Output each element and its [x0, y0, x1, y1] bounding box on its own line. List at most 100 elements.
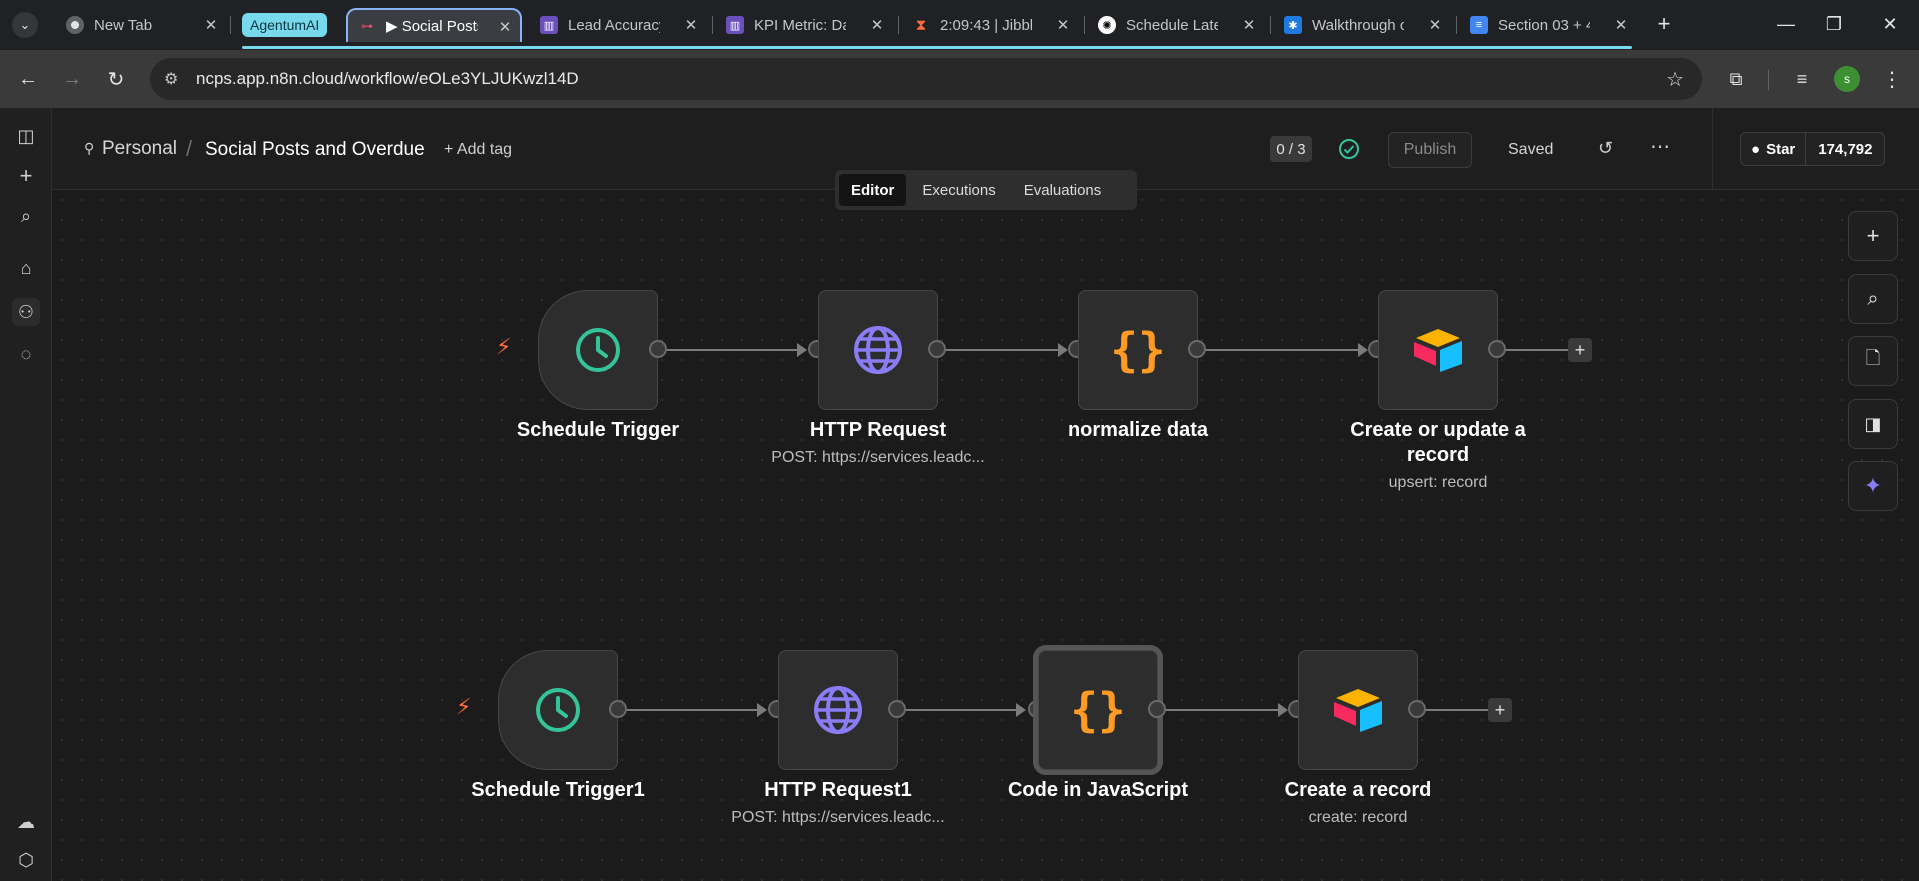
cloud-icon[interactable]: ☁ [12, 808, 40, 836]
address-bar[interactable]: ⚙ ncps.app.n8n.cloud/workflow/eOLe3YLJUK… [150, 58, 1702, 100]
close-icon[interactable]: ✕ [868, 16, 886, 34]
node-subtitle: upsert: record [1388, 474, 1488, 491]
site-info-icon[interactable]: ⚙ [164, 69, 184, 89]
globe-icon [814, 686, 862, 734]
extensions-icon[interactable]: ⧉ [1722, 65, 1750, 93]
clock-icon [536, 688, 580, 732]
node-create-a-record[interactable] [1298, 650, 1418, 770]
close-icon[interactable]: ✕ [1054, 16, 1072, 34]
node-label: Schedule Trigger [516, 419, 680, 441]
back-icon[interactable]: ← [14, 65, 42, 93]
more-options-icon[interactable]: ⋯ [1650, 134, 1670, 159]
add-next-node-button[interactable]: + [1568, 338, 1592, 362]
tab-new-tab[interactable]: New Tab ✕ [56, 8, 226, 42]
browser-menu-icon[interactable]: ⋮ [1878, 65, 1906, 93]
output-port[interactable] [888, 700, 906, 718]
add-next-node-button[interactable]: + [1488, 698, 1512, 722]
node-label: HTTP Request1 [764, 779, 912, 801]
tab-schedule-later[interactable]: ✺ Schedule Later ✕ [1088, 8, 1264, 42]
output-port[interactable] [928, 340, 946, 358]
tab-editor[interactable]: Editor [839, 174, 907, 206]
breadcrumb-project[interactable]: Personal [102, 138, 177, 160]
add-tag-button[interactable]: + Add tag [444, 141, 512, 159]
node-label: Code in JavaScript [1007, 779, 1189, 801]
close-icon[interactable]: ✕ [1426, 16, 1444, 34]
canvas-search-button[interactable]: ⌕ [1848, 274, 1898, 324]
profile-avatar[interactable]: s [1834, 66, 1860, 92]
node-label: normalize data [1067, 419, 1209, 441]
panel-toggle-button[interactable]: ◨ [1848, 399, 1898, 449]
chrome-icon [66, 16, 84, 34]
output-port[interactable] [649, 340, 667, 358]
progress-counter[interactable]: 0 / 3 [1270, 136, 1312, 162]
browser-toolbar: ← → ↻ ⚙ ncps.app.n8n.cloud/workflow/eOLe… [0, 50, 1919, 108]
close-icon[interactable]: ✕ [202, 16, 220, 34]
new-tab-button[interactable]: + [1652, 11, 1676, 36]
history-icon[interactable]: ↺ [1598, 138, 1620, 160]
forward-icon[interactable]: → [58, 65, 86, 93]
output-port[interactable] [1408, 700, 1426, 718]
browser-tab-strip: ⌄ New Tab ✕ AgentumAI ⊶ ▶ Social Posts ✕… [0, 0, 1919, 50]
output-port[interactable] [1488, 340, 1506, 358]
workflow-name[interactable]: Social Posts and Overdue [205, 139, 425, 161]
restore-icon[interactable]: ❐ [1822, 12, 1846, 36]
bookmark-star-icon[interactable]: ☆ [1666, 67, 1684, 92]
output-port[interactable] [609, 700, 627, 718]
url-text[interactable]: ncps.app.n8n.cloud/workflow/eOLe3YLJUKwz… [196, 69, 579, 89]
window-close-icon[interactable]: ✕ [1878, 12, 1902, 36]
airtable-icon [1414, 329, 1462, 372]
openai-icon: ✺ [1098, 16, 1116, 34]
close-icon[interactable]: ✕ [1240, 16, 1258, 34]
tab-executions[interactable]: Executions [910, 174, 1007, 206]
n8n-app: ◫ + ⌕ ⌂ ⚇ ◌ ☁ ⬡ ⚲ Personal / Social Post… [0, 108, 1919, 881]
node-normalize-data[interactable]: {} [1078, 290, 1198, 410]
user-icon[interactable]: ⚇ [12, 298, 40, 326]
sticky-note-button[interactable]: 🗋 [1848, 336, 1898, 386]
clock-icon [576, 328, 620, 372]
breadcrumb-separator: / [186, 136, 193, 161]
tab-walkthrough[interactable]: ✱ Walkthrough o ✕ [1274, 8, 1450, 42]
node-code-in-javascript[interactable]: {} [1033, 645, 1163, 775]
tab-section-03[interactable]: ≡ Section 03 + 4 ✕ [1460, 8, 1636, 42]
snowflake-icon: ✱ [1284, 16, 1302, 34]
close-icon[interactable]: ✕ [682, 16, 700, 34]
publish-button[interactable]: Publish [1388, 132, 1472, 168]
toggle-sidebar-icon[interactable]: ◫ [12, 122, 40, 150]
output-port[interactable] [1148, 700, 1166, 718]
tab-search-icon[interactable]: ⌄ [12, 12, 38, 38]
node-subtitle: POST: https://services.leadc... [731, 809, 945, 826]
minimize-icon[interactable]: — [1774, 12, 1798, 36]
tab-kpi-metric[interactable]: ▥ KPI Metric: Das ✕ [716, 8, 892, 42]
close-icon[interactable]: ✕ [496, 18, 514, 36]
tab-lead-accuracy[interactable]: ▥ Lead Accuracy ✕ [530, 8, 706, 42]
tab-evaluations[interactable]: Evaluations [1012, 174, 1114, 206]
node-schedule-trigger1[interactable] [498, 650, 618, 770]
node-label: Create a record [1284, 779, 1432, 801]
github-star-button[interactable]: ● Star 174,792 [1740, 132, 1886, 166]
code-braces-icon: {} [1070, 683, 1126, 737]
reload-icon[interactable]: ↻ [102, 65, 130, 93]
node-http-request[interactable] [818, 290, 938, 410]
tab-group-underline [242, 46, 1632, 49]
close-icon[interactable]: ✕ [1612, 16, 1630, 34]
chat-icon[interactable]: ◌ [12, 340, 40, 368]
search-icon[interactable]: ⌕ [12, 202, 40, 230]
add-node-button[interactable]: + [1848, 211, 1898, 261]
home-icon[interactable]: ⌂ [12, 254, 40, 282]
media-control-icon[interactable]: ≡ [1788, 65, 1816, 93]
ai-assistant-button[interactable]: ✦ [1848, 461, 1898, 511]
tab-social-posts[interactable]: ⊶ ▶ Social Posts ✕ [346, 8, 522, 42]
output-port[interactable] [1188, 340, 1206, 358]
add-icon[interactable]: + [12, 162, 40, 190]
package-icon[interactable]: ⬡ [12, 846, 40, 874]
workflow-canvas[interactable] [52, 190, 1919, 881]
node-label: Schedule Trigger1 [471, 779, 645, 801]
check-circle-icon[interactable] [1338, 138, 1360, 160]
node-create-or-update-record[interactable] [1378, 290, 1498, 410]
chart-app-icon: ▥ [540, 16, 558, 34]
tab-group-label[interactable]: AgentumAI [242, 13, 328, 37]
chart-app-icon: ▥ [726, 16, 744, 34]
tab-jibble[interactable]: ⧗ 2:09:43 | Jibble ✕ [902, 8, 1078, 42]
node-schedule-trigger[interactable] [538, 290, 658, 410]
node-http-request1[interactable] [778, 650, 898, 770]
